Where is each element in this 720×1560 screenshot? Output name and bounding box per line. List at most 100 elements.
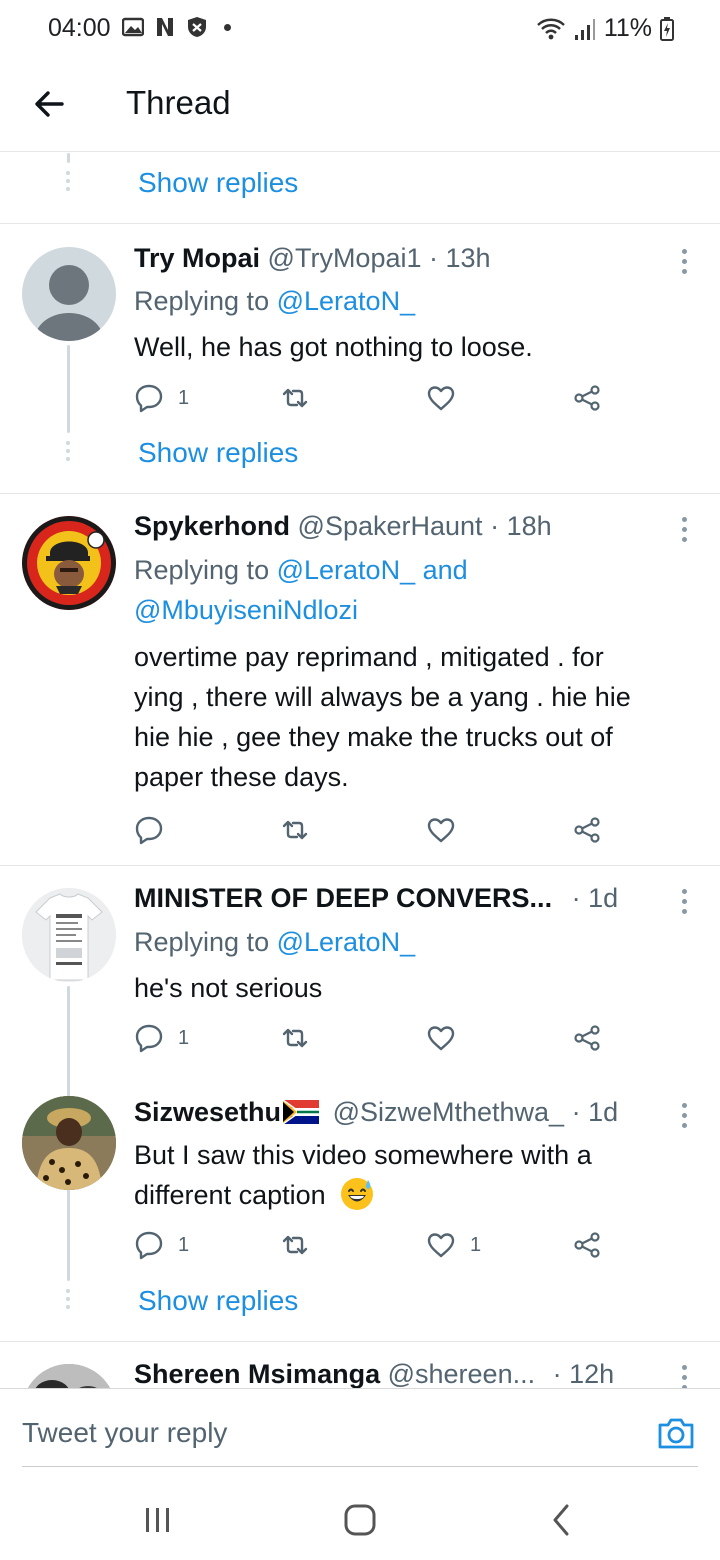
mention-link[interactable]: @LeratoN_ and (277, 555, 468, 585)
mention-link[interactable]: @LeratoN_ (277, 927, 415, 957)
home-icon[interactable] (340, 1500, 380, 1540)
divider (0, 865, 720, 866)
tweet-header: Sizwesethu @SizweMthethwa_ · 1d (134, 1097, 618, 1128)
signal-icon (574, 18, 595, 40)
avatar[interactable] (22, 516, 116, 610)
tweet-text: he's not serious (134, 973, 323, 1003)
handle[interactable]: @shereen... (388, 1359, 536, 1388)
display-name[interactable]: Sizwesethu (134, 1097, 281, 1127)
notification-icons (122, 16, 231, 38)
thread-line (67, 153, 70, 163)
tweet-header: MINISTER OF DEEP CONVERS... · 1d (134, 883, 618, 914)
replying-to: Replying to @LeratoN_ (134, 286, 416, 316)
more-options-icon[interactable] (680, 1365, 688, 1388)
tweet-text: But I saw this video somewhere with a di… (134, 1140, 592, 1210)
heart-icon (427, 818, 455, 843)
retweet-button[interactable] (280, 815, 324, 845)
thread-dots (65, 441, 71, 461)
reply-composer (0, 1388, 720, 1466)
display-name[interactable]: MINISTER OF DEEP CONVERS... (134, 883, 552, 913)
back-arrow-icon[interactable] (30, 84, 70, 124)
timestamp: · 1d (571, 883, 619, 913)
retweet-button[interactable] (280, 1023, 324, 1053)
thread-list[interactable]: Show replies Try Mopai @TryMopai1 · 13h … (0, 153, 720, 1388)
show-replies-link[interactable]: Show replies (138, 167, 298, 199)
heart-icon (427, 1233, 455, 1258)
tweet-text: overtime pay reprimand , mitigated . for… (134, 642, 631, 792)
share-icon (574, 817, 600, 843)
like-button[interactable] (426, 1023, 470, 1053)
tweet-text: Well, he has got nothing to loose. (134, 332, 533, 362)
share-button[interactable] (572, 1023, 602, 1053)
profile-photo-icon (22, 1364, 116, 1388)
like-button[interactable]: 1 (426, 1230, 481, 1260)
more-options-icon[interactable] (680, 517, 688, 542)
thread-dots (65, 171, 71, 191)
avatar[interactable] (22, 888, 116, 982)
more-options-icon[interactable] (680, 889, 688, 914)
reply-icon (135, 816, 163, 845)
share-button[interactable] (572, 1230, 602, 1260)
replying-to: Replying to @LeratoN_ (134, 927, 416, 957)
gallery-icon (122, 17, 144, 37)
handle[interactable]: @TryMopai1 (268, 243, 422, 273)
grinning-sweat-emoji-icon (341, 1178, 374, 1210)
retweet-icon (282, 1235, 308, 1255)
reply-input[interactable] (22, 1417, 622, 1449)
south-africa-flag-icon (282, 1099, 320, 1125)
camera-icon[interactable] (656, 1413, 696, 1453)
reply-button[interactable] (134, 815, 178, 845)
mention-link[interactable]: @LeratoN_ (277, 286, 415, 316)
like-count: 1 (470, 1233, 482, 1256)
reply-button[interactable]: 1 (134, 1230, 189, 1260)
divider (0, 493, 720, 494)
tweet-actions (134, 815, 614, 851)
profile-photo-icon (22, 1096, 116, 1190)
share-button[interactable] (572, 383, 602, 413)
reply-icon (135, 1024, 163, 1053)
input-underline (22, 1466, 698, 1467)
share-icon (574, 1232, 600, 1258)
heart-icon (427, 386, 455, 411)
divider (0, 223, 720, 224)
retweet-button[interactable] (280, 1230, 324, 1260)
more-options-icon[interactable] (680, 1103, 688, 1128)
display-name[interactable]: Shereen Msimanga (134, 1359, 380, 1388)
like-button[interactable] (426, 815, 470, 845)
timestamp: · 18h (490, 511, 552, 541)
avatar[interactable] (22, 1096, 116, 1190)
avatar[interactable] (22, 1364, 116, 1388)
show-replies-link[interactable]: Show replies (138, 1285, 298, 1317)
thread-line (67, 345, 70, 433)
reply-button[interactable]: 1 (134, 383, 189, 413)
show-replies-link[interactable]: Show replies (138, 437, 298, 469)
share-icon (574, 385, 600, 411)
retweet-icon (282, 388, 308, 408)
avatar[interactable] (22, 247, 116, 341)
share-button[interactable] (572, 815, 602, 845)
mention-link[interactable]: @MbuyiseniNdlozi (134, 595, 358, 625)
default-avatar-icon (35, 265, 103, 341)
handle[interactable]: @SizweMthethwa_ (333, 1097, 565, 1127)
retweet-icon (282, 1028, 308, 1048)
page-title: Thread (126, 84, 231, 121)
reply-count: 1 (178, 1026, 190, 1049)
handle[interactable]: @SpakerHaunt (298, 511, 483, 541)
retweet-button[interactable] (280, 383, 324, 413)
more-options-icon[interactable] (680, 249, 688, 274)
like-button[interactable] (426, 383, 470, 413)
reply-icon (135, 384, 163, 413)
recent-apps-icon[interactable] (138, 1500, 178, 1540)
reply-icon (135, 1231, 163, 1260)
more-notifications-icon (224, 23, 231, 31)
display-name[interactable]: Spykerhond (134, 511, 290, 541)
wifi-icon (536, 18, 565, 39)
shield-icon (188, 17, 206, 37)
netflix-icon (157, 18, 173, 36)
display-name[interactable]: Try Mopai (134, 243, 260, 273)
back-nav-icon[interactable] (542, 1500, 582, 1540)
timestamp: · 13h (429, 243, 491, 273)
tweet-actions: 1 1 (134, 1230, 614, 1266)
tweet-header: Spykerhond @SpakerHaunt · 18h (134, 511, 552, 542)
reply-button[interactable]: 1 (134, 1023, 189, 1053)
